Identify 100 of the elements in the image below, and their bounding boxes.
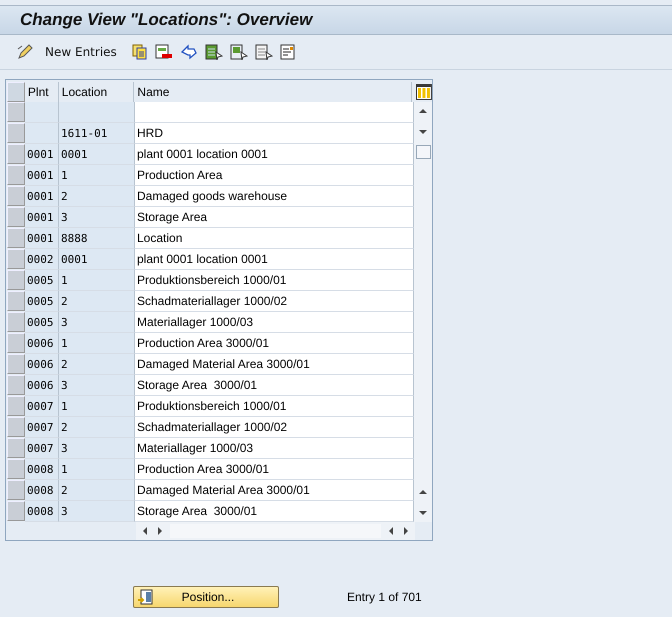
row-selector[interactable] — [7, 207, 25, 227]
table-cell: 3 — [59, 375, 135, 396]
row-selector[interactable] — [7, 501, 25, 521]
table-cell: 0002 — [25, 249, 59, 270]
table-cell: 0007 — [25, 396, 59, 417]
document-icon[interactable] — [280, 44, 296, 60]
row-selector[interactable] — [7, 333, 25, 353]
table-cell: 1 — [59, 396, 135, 417]
undo-icon[interactable] — [180, 44, 198, 60]
table-cell: 0001 — [25, 186, 59, 207]
table-cell: Schadmateriallager 1000/02 — [135, 417, 414, 438]
row-selector[interactable] — [7, 270, 25, 290]
row-selector[interactable] — [7, 480, 25, 500]
table-cell: 2 — [59, 480, 135, 501]
table-cell: Location — [135, 228, 414, 249]
table-cell: 3 — [59, 438, 135, 459]
table-cell: 0007 — [25, 417, 59, 438]
table-cell: 1611-01 — [59, 123, 135, 144]
table-cell: 0006 — [25, 333, 59, 354]
scroll-right-icon[interactable] — [401, 526, 411, 536]
pencil-icon[interactable] — [16, 44, 34, 60]
copy-icon[interactable] — [132, 44, 148, 60]
table-cell: 8888 — [59, 228, 135, 249]
column-settings-icon[interactable] — [416, 84, 432, 100]
row-selector[interactable] — [7, 354, 25, 374]
table-cell: 2 — [59, 291, 135, 312]
table-cell: 1 — [59, 165, 135, 186]
table-cell: 0005 — [25, 312, 59, 333]
scroll-up-icon[interactable] — [418, 106, 428, 116]
table-cell: 0005 — [25, 270, 59, 291]
table-cell: 3 — [59, 501, 135, 522]
table-cell: Production Area 3000/01 — [135, 459, 414, 480]
table-cell: 1 — [59, 459, 135, 480]
select-all-icon[interactable] — [204, 44, 223, 60]
row-selector[interactable] — [7, 228, 25, 248]
window-title: Change View "Locations": Overview — [20, 10, 312, 30]
table-cell: 2 — [59, 417, 135, 438]
select-block-icon[interactable] — [230, 44, 248, 60]
row-selector[interactable] — [7, 186, 25, 206]
scroll-down-icon[interactable] — [418, 127, 428, 137]
scroll-right-icon[interactable] — [155, 526, 165, 536]
delete-row-icon[interactable] — [154, 44, 173, 60]
table-cell: 3 — [59, 207, 135, 228]
table-cell: Damaged Material Area 3000/01 — [135, 354, 414, 375]
table-cell: Production Area 3000/01 — [135, 333, 414, 354]
table-cell: 0008 — [25, 459, 59, 480]
table-cell: 0008 — [25, 480, 59, 501]
table-cell: 0007 — [25, 438, 59, 459]
row-selector[interactable] — [7, 249, 25, 269]
row-selector[interactable] — [7, 291, 25, 311]
row-selector[interactable] — [7, 417, 25, 437]
row-selector[interactable] — [7, 123, 25, 143]
table-cell: Storage Area 3000/01 — [135, 375, 414, 396]
row-selector[interactable] — [7, 438, 25, 458]
table-cell: 0001 — [25, 228, 59, 249]
table-cell: Production Area — [135, 165, 414, 186]
select-all-button[interactable] — [7, 82, 25, 102]
table-cell: 0001 — [59, 249, 135, 270]
table-cell: Damaged Material Area 3000/01 — [135, 480, 414, 501]
position-icon — [137, 589, 153, 605]
table-cell: 0001 — [25, 165, 59, 186]
scroll-up-icon[interactable] — [418, 487, 428, 497]
table-cell: 0006 — [25, 375, 59, 396]
table-cell: 0005 — [25, 291, 59, 312]
table-cell: 0001 — [59, 144, 135, 165]
table-cell: 3 — [59, 312, 135, 333]
row-selector[interactable] — [7, 144, 25, 164]
entry-count: Entry 1 of 701 — [347, 590, 422, 604]
new-entries-button[interactable]: New Entries — [41, 45, 121, 59]
table-cell — [25, 102, 59, 123]
row-selector[interactable] — [7, 396, 25, 416]
position-button[interactable]: Position... — [133, 586, 279, 608]
table-cell: HRD — [135, 123, 414, 144]
table-cell: 0001 — [25, 144, 59, 165]
table-cell: Materiallager 1000/03 — [135, 312, 414, 333]
table-cell — [25, 123, 59, 144]
row-selector[interactable] — [7, 102, 25, 122]
table-cell: Schadmateriallager 1000/02 — [135, 291, 414, 312]
row-selector[interactable] — [7, 165, 25, 185]
row-selector[interactable] — [7, 375, 25, 395]
scroll-down-icon[interactable] — [418, 508, 428, 518]
vertical-scrollbar[interactable] — [414, 102, 432, 522]
table-cell: 2 — [59, 354, 135, 375]
scroll-thumb[interactable] — [416, 145, 430, 159]
deselect-icon[interactable] — [254, 44, 273, 60]
table-cell: Materiallager 1000/03 — [135, 438, 414, 459]
table-cell: Storage Area — [135, 207, 414, 228]
table-cell: 2 — [59, 186, 135, 207]
table-cell: 0008 — [25, 501, 59, 522]
table-cell: Storage Area 3000/01 — [135, 501, 414, 522]
table-cell: Damaged goods warehouse — [135, 186, 414, 207]
row-selector[interactable] — [7, 312, 25, 332]
table-cell: Produktionsbereich 1000/01 — [135, 270, 414, 291]
row-selector[interactable] — [7, 459, 25, 479]
table-cell: 1 — [59, 333, 135, 354]
table-cell: plant 0001 location 0001 — [135, 249, 414, 270]
table-cell: plant 0001 location 0001 — [135, 144, 414, 165]
table-cell: 1 — [59, 270, 135, 291]
table-cell: 0006 — [25, 354, 59, 375]
table-cell: Produktionsbereich 1000/01 — [135, 396, 414, 417]
